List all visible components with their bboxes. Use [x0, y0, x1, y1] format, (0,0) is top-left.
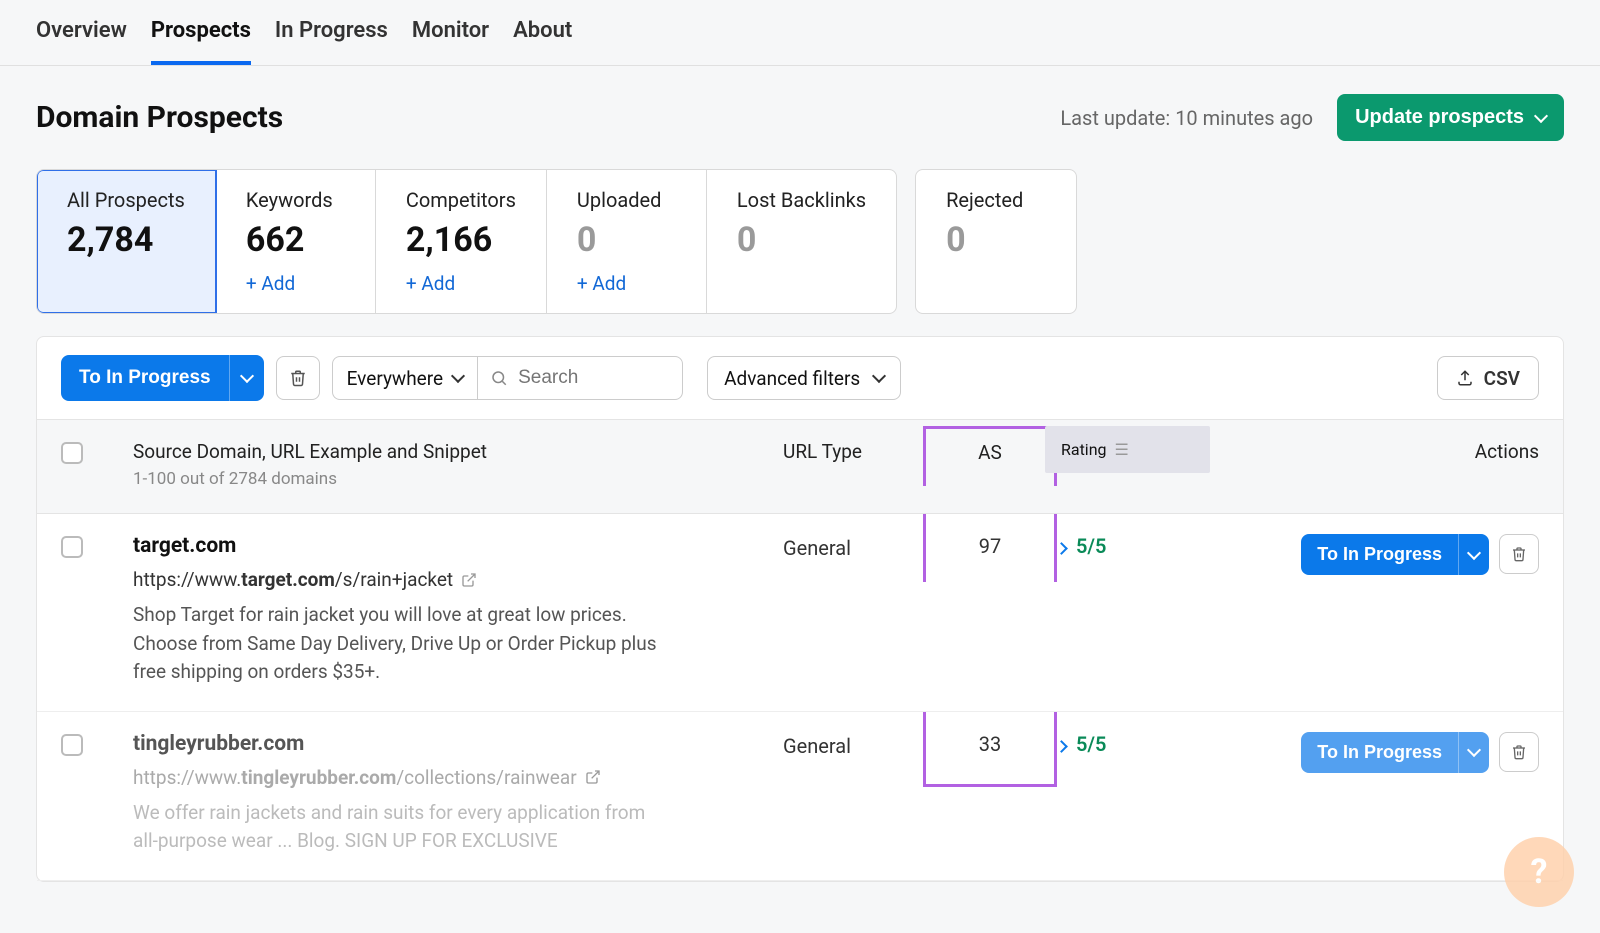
col-source-sub: 1-100 out of 2784 domains	[133, 469, 771, 489]
stat-label: Rejected	[946, 188, 1046, 212]
url-type: General	[783, 534, 923, 560]
stat-all-prospects[interactable]: All Prospects 2,784	[37, 170, 216, 313]
row-checkbox[interactable]	[61, 536, 83, 558]
scope-select[interactable]: Everywhere	[332, 356, 477, 400]
as-value: 97	[979, 532, 1001, 558]
search-input[interactable]	[518, 367, 668, 389]
update-prospects-button[interactable]: Update prospects	[1337, 94, 1564, 141]
chevron-down-icon	[1467, 545, 1481, 559]
col-source: Source Domain, URL Example and Snippet	[133, 440, 771, 463]
csv-label: CSV	[1484, 367, 1520, 390]
add-uploaded-link[interactable]: + Add	[577, 272, 676, 295]
add-keywords-link[interactable]: + Add	[246, 272, 345, 295]
rating-value: 5/5	[1076, 732, 1106, 756]
chevron-right-icon	[1057, 534, 1066, 558]
domain-name[interactable]: tingleyrubber.com	[133, 732, 771, 756]
rating-cell[interactable]: 5/5	[1057, 732, 1257, 756]
trash-icon	[1511, 546, 1527, 562]
chevron-down-icon	[1467, 743, 1481, 757]
page-header: Domain Prospects Last update: 10 minutes…	[36, 94, 1564, 141]
url-example[interactable]: https://www.tingleyrubber.com/collection…	[133, 766, 771, 789]
export-csv-button[interactable]: CSV	[1437, 356, 1539, 400]
stat-value: 662	[246, 220, 345, 260]
prospects-panel: To In Progress Everywhere Adv	[36, 336, 1564, 882]
chevron-down-icon	[451, 369, 465, 383]
stat-uploaded[interactable]: Uploaded 0 + Add	[547, 170, 707, 313]
tab-prospects[interactable]: Prospects	[151, 18, 251, 65]
col-as[interactable]: AS	[938, 441, 1042, 464]
url-example[interactable]: https://www.target.com/s/rain+jacket	[133, 568, 771, 591]
delete-button[interactable]	[276, 356, 320, 400]
url-type: General	[783, 732, 923, 758]
stat-label: All Prospects	[67, 188, 185, 212]
search-icon	[490, 369, 508, 387]
external-link-icon[interactable]	[461, 572, 477, 588]
stat-value: 2,166	[406, 220, 516, 260]
row-to-in-progress-dropdown[interactable]	[1458, 534, 1489, 575]
row-checkbox[interactable]	[61, 734, 83, 756]
chevron-down-icon	[240, 369, 254, 383]
stat-label: Uploaded	[577, 188, 676, 212]
advanced-filters-label: Advanced filters	[724, 367, 860, 390]
stat-value: 0	[737, 220, 866, 260]
tab-in-progress[interactable]: In Progress	[275, 18, 388, 65]
table-row: tingleyrubber.com https://www.tingleyrub…	[37, 712, 1563, 881]
stat-lost-backlinks[interactable]: Lost Backlinks 0	[707, 170, 896, 313]
select-all-checkbox[interactable]	[61, 442, 83, 464]
trash-icon	[289, 369, 307, 387]
stat-value: 2,784	[67, 220, 185, 260]
chevron-down-icon	[872, 369, 886, 383]
to-in-progress-button[interactable]: To In Progress	[61, 355, 229, 401]
sort-icon: ☰	[1115, 440, 1129, 459]
stat-competitors[interactable]: Competitors 2,166 + Add	[376, 170, 547, 313]
stat-value: 0	[946, 220, 1046, 260]
table-header: Source Domain, URL Example and Snippet 1…	[37, 419, 1563, 514]
external-link-icon[interactable]	[585, 769, 601, 785]
tab-about[interactable]: About	[513, 18, 572, 65]
tab-overview[interactable]: Overview	[36, 18, 127, 65]
update-prospects-label: Update prospects	[1355, 106, 1524, 129]
snippet: Shop Target for rain jacket you will lov…	[133, 601, 673, 687]
col-rating[interactable]: Rating☰	[1045, 426, 1210, 473]
stat-keywords[interactable]: Keywords 662 + Add	[216, 170, 376, 313]
stats-row: All Prospects 2,784 Keywords 662 + Add C…	[36, 169, 1564, 314]
chevron-down-icon	[1534, 108, 1548, 122]
toolbar: To In Progress Everywhere Adv	[37, 337, 1563, 419]
rating-value: 5/5	[1076, 534, 1106, 558]
stat-rejected[interactable]: Rejected 0	[916, 170, 1076, 313]
scope-label: Everywhere	[347, 367, 443, 390]
upload-icon	[1456, 369, 1474, 387]
last-update-label: Last update: 10 minutes ago	[1060, 106, 1313, 130]
stat-value: 0	[577, 220, 676, 260]
row-delete-button[interactable]	[1499, 534, 1539, 574]
to-in-progress-dropdown[interactable]	[229, 355, 264, 401]
row-to-in-progress-button[interactable]: To In Progress	[1301, 534, 1458, 575]
trash-icon	[1511, 744, 1527, 760]
table-row: target.com https://www.target.com/s/rain…	[37, 514, 1563, 712]
top-tabs: Overview Prospects In Progress Monitor A…	[0, 0, 1600, 66]
help-button[interactable]: ?	[1504, 837, 1574, 907]
rating-cell[interactable]: 5/5	[1057, 534, 1257, 558]
row-delete-button[interactable]	[1499, 732, 1539, 772]
domain-name[interactable]: target.com	[133, 534, 771, 558]
stat-label: Lost Backlinks	[737, 188, 866, 212]
stat-label: Keywords	[246, 188, 345, 212]
row-to-in-progress-dropdown[interactable]	[1458, 732, 1489, 773]
chevron-right-icon	[1057, 732, 1066, 756]
col-url-type[interactable]: URL Type	[783, 440, 923, 463]
page-title: Domain Prospects	[36, 100, 283, 135]
row-to-in-progress-button[interactable]: To In Progress	[1301, 732, 1458, 773]
col-actions: Actions	[1269, 440, 1539, 463]
advanced-filters-button[interactable]: Advanced filters	[707, 356, 901, 400]
search-box	[477, 356, 683, 400]
add-competitors-link[interactable]: + Add	[406, 272, 516, 295]
stat-label: Competitors	[406, 188, 516, 212]
as-value: 33	[979, 730, 1001, 756]
snippet: We offer rain jackets and rain suits for…	[133, 799, 673, 856]
tab-monitor[interactable]: Monitor	[412, 18, 489, 65]
